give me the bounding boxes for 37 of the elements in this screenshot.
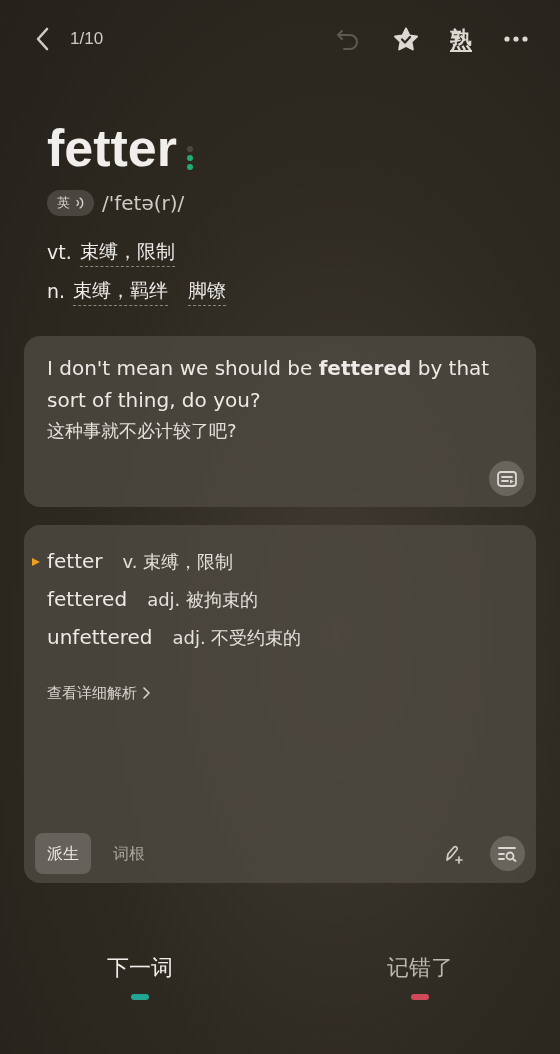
current-marker-icon: [30, 556, 41, 567]
example-button[interactable]: [489, 461, 524, 496]
derivative-meaning: v. 束缚，限制: [122, 550, 234, 574]
derivative-word[interactable]: unfettered: [47, 623, 153, 652]
meaning-term[interactable]: 束缚，限制: [79, 236, 175, 267]
part-of-speech: n.: [47, 278, 66, 304]
example-sentence: I don't mean we should be fettered by that sort of thing, do you?: [47, 355, 491, 414]
derivative-word[interactable]: fetter: [47, 547, 103, 576]
tab[interactable]: 词根: [101, 833, 157, 874]
search-list-button[interactable]: [490, 836, 525, 871]
headword: fetter: [47, 118, 178, 178]
pronunciation-button[interactable]: 英: [47, 190, 94, 216]
phonetic: /'fetə(r)/: [102, 190, 185, 217]
example-translation: 这种事就不必计较了吧?: [47, 419, 238, 443]
progress-counter: 1/10: [70, 28, 104, 51]
favorite-button[interactable]: [392, 25, 420, 53]
details-link[interactable]: 查看详细解析: [47, 682, 150, 705]
derivative-meaning: adj. 被拘束的: [147, 588, 259, 612]
meaning-term[interactable]: 束缚，羁绊: [73, 275, 169, 306]
derivative-word[interactable]: fettered: [47, 585, 128, 614]
tab[interactable]: 派生: [35, 833, 91, 874]
more-icon: [504, 36, 528, 42]
action-button[interactable]: 下一词: [107, 951, 173, 984]
search-list-icon: [497, 845, 518, 862]
derivative-meaning: adj. 不受约束的: [172, 626, 302, 650]
part-of-speech: vt.: [47, 239, 72, 265]
star-check-icon: [393, 26, 419, 52]
chevron-right-icon: [143, 687, 150, 700]
back-icon: [35, 27, 49, 51]
meaning-term[interactable]: 脚镣: [188, 275, 227, 306]
undo-icon: [336, 28, 360, 50]
sound-icon: [76, 197, 84, 209]
frequency-dots-icon: [187, 146, 194, 170]
mastered-button[interactable]: 熟: [450, 22, 472, 56]
subtitle-icon: [496, 470, 517, 487]
action-button[interactable]: 记错了: [387, 951, 453, 984]
pen-plus-icon: [444, 843, 464, 864]
